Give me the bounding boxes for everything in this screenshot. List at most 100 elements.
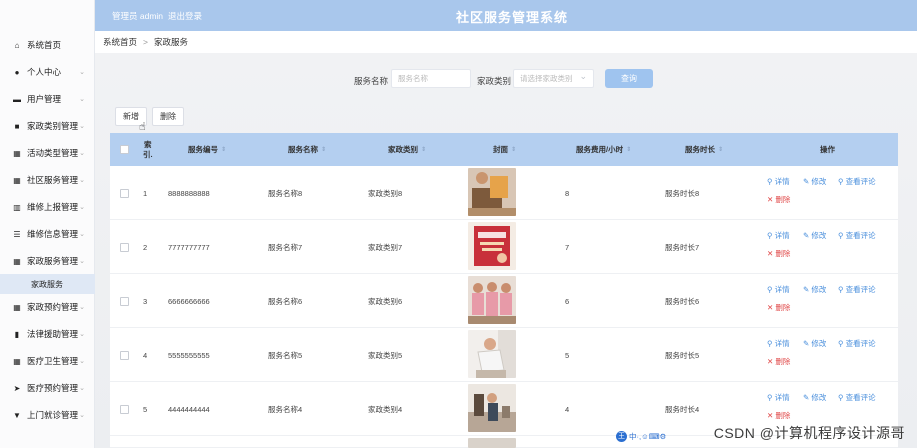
sort-icon: ⇕ — [321, 147, 327, 153]
review-button[interactable]: ⚲ 查看评论 — [838, 392, 876, 403]
cover-thumbnail — [468, 276, 516, 324]
sidebar-item-label: 社区服务管理 — [27, 175, 79, 185]
remove-button[interactable]: ✕ 删除 — [767, 410, 790, 421]
detail-button[interactable]: ⚲ 详情 — [767, 176, 790, 187]
cover-thumbnail — [468, 330, 516, 378]
chevron-down-icon: ⌄ — [79, 258, 85, 265]
row-checkbox[interactable] — [120, 166, 129, 220]
chevron-down-icon: ⌄ — [79, 385, 85, 392]
review-button[interactable]: ⚲ 查看评论 — [838, 230, 876, 241]
admin-label: 管理员 admin — [112, 11, 164, 21]
edit-button[interactable]: ✎ 修改 — [803, 338, 826, 349]
sidebar-item-activity-type[interactable]: ▦ 活动类型管理 ⌄ — [0, 140, 95, 166]
sidebar-item-home[interactable]: ⌂ 系统首页 — [0, 32, 95, 58]
detail-button[interactable]: ⚲ 详情 — [767, 230, 790, 241]
table-header: 索引. 服务编号 ⇕ 服务名称 ⇕ 家政类别 ⇕ 封面 ⇕ 服务费用/小时 ⇕ 服务时长 ⇕… — [110, 133, 898, 166]
sidebar-item-community-service[interactable]: ▦ 社区服务管理 ⌄ — [0, 167, 95, 193]
category-select[interactable]: 请选择家政类别 — [513, 68, 594, 88]
user-icon: ● — [14, 67, 20, 77]
grid-icon: ▦ — [13, 175, 21, 185]
grid-icon: ▦ — [13, 256, 21, 266]
remove-button[interactable]: ✕ 删除 — [767, 302, 790, 313]
chevron-down-icon: ⌄ — [79, 231, 85, 238]
logout-link[interactable]: 退出登录 — [168, 10, 202, 22]
row-fee: 6 — [565, 296, 570, 306]
ops-header: 操作 — [820, 145, 835, 154]
sidebar-item-label: 用户管理 — [27, 94, 62, 104]
sidebar-item-medical[interactable]: ▦ 医疗卫生管理 ⌄ — [0, 348, 95, 374]
sidebar-item-label: 上门就诊管理 — [27, 410, 79, 420]
sidebar-item-repair-info[interactable]: ☰ 维修信息管理 ⌄ — [0, 221, 95, 247]
search-icon: ⚲ — [767, 177, 775, 186]
remove-button[interactable]: ✕ 删除 — [767, 194, 790, 205]
grid-icon: ▦ — [13, 356, 21, 366]
sidebar-item-legal-aid[interactable]: ▮ 法律援助管理 ⌄ — [0, 321, 95, 347]
row-checkbox[interactable] — [120, 328, 129, 382]
review-button[interactable]: ⚲ 查看评论 — [838, 176, 876, 187]
row-index: 3 — [143, 296, 148, 306]
row-name: 服务名称4 — [268, 404, 303, 414]
edit-button[interactable]: ✎ 修改 — [803, 230, 826, 241]
sidebar-item-housekeeping-category[interactable]: ■ 家政类别管理 ⌄ — [0, 113, 95, 139]
sidebar-item-medical-booking[interactable]: ➤ 医疗预约管理 ⌄ — [0, 375, 95, 401]
sidebar-item-home-visit[interactable]: ▼ 上门就诊管理 ⌄ — [0, 402, 95, 428]
sort-icon: ⇕ — [421, 147, 427, 153]
sidebar: ⌂ 系统首页 ● 个人中心 ⌄ ▬ 用户管理 ⌄ ■ 家政类别管理 ⌄ ▦ 活动类型管理 ⌄ ▦ 社… — [0, 0, 95, 448]
sidebar-item-housekeeping-booking[interactable]: ▦ 家政预约管理 ⌄ — [0, 294, 95, 320]
doc-icon: ■ — [14, 121, 20, 131]
service-name-input[interactable]: 服务名称 — [391, 69, 471, 88]
name-header[interactable]: 服务名称 ⇕ — [288, 133, 326, 166]
top-bar: 管理员 admin 退出登录 社区服务管理系统 — [95, 0, 917, 31]
review-button[interactable]: ⚲ 查看评论 — [838, 284, 876, 295]
row-fee: 5 — [565, 350, 570, 360]
sidebar-item-label: 医疗卫生管理 — [27, 356, 79, 366]
type-header[interactable]: 家政类别 ⇕ — [388, 133, 426, 166]
edit-button[interactable]: ✎ 修改 — [803, 392, 826, 403]
table-row: 2 7777777777 服务名称7 家政类别7 7 服务时长7 ⚲ 详情 ✎ … — [110, 220, 898, 274]
duration-header[interactable]: 服务时长 ⇕ — [685, 133, 723, 166]
row-code: 4444444444 — [168, 404, 210, 414]
fee-header[interactable]: 服务费用/小时 ⇕ — [576, 133, 631, 166]
detail-button[interactable]: ⚲ 详情 — [767, 392, 790, 403]
detail-button[interactable]: ⚲ 详情 — [767, 284, 790, 295]
ime-toolbar[interactable]: 王 中·,☺⌨⚙ — [616, 430, 666, 442]
remove-button[interactable]: ✕ 删除 — [767, 356, 790, 367]
sort-icon: ⇕ — [718, 147, 724, 153]
row-type: 家政类别6 — [368, 296, 403, 306]
row-index: 2 — [143, 242, 148, 252]
sidebar-item-label: 活动类型管理 — [27, 148, 79, 158]
breadcrumb-home[interactable]: 系统首页 — [103, 36, 137, 48]
watermark: CSDN @计算机程序设计源哥 — [713, 425, 905, 441]
sidebar-subitem-housekeeping[interactable]: 家政服务 — [0, 274, 95, 294]
chevron-down-icon: ⌄ — [79, 96, 85, 103]
row-checkbox[interactable] — [120, 382, 129, 436]
row-checkbox[interactable] — [120, 274, 129, 328]
search-icon: ⚲ — [767, 231, 775, 240]
chart-icon: ▮ — [14, 329, 20, 339]
breadcrumb: 系统首页 > 家政服务 — [95, 31, 917, 53]
select-all-checkbox[interactable] — [120, 133, 129, 166]
remove-button[interactable]: ✕ 删除 — [767, 248, 790, 259]
sidebar-item-users[interactable]: ▬ 用户管理 ⌄ — [0, 86, 95, 112]
send-icon: ➤ — [13, 383, 21, 393]
query-button[interactable]: 查询 — [605, 69, 653, 88]
sidebar-item-repair-report[interactable]: ▥ 维修上报管理 ⌄ — [0, 194, 95, 220]
index-header: 索引. — [143, 139, 153, 159]
sidebar-item-label: 个人中心 — [27, 67, 62, 77]
row-duration: 服务时长4 — [665, 404, 700, 414]
sidebar-item-profile[interactable]: ● 个人中心 ⌄ — [0, 59, 95, 85]
sidebar-item-label: 家政服务管理 — [27, 256, 79, 266]
detail-button[interactable]: ⚲ 详情 — [767, 338, 790, 349]
edit-button[interactable]: ✎ 修改 — [803, 284, 826, 295]
cover-header[interactable]: 封面 ⇕ — [493, 133, 516, 166]
sort-icon: ⇕ — [626, 147, 632, 153]
delete-button[interactable]: 删除 — [152, 107, 184, 126]
row-checkbox[interactable] — [120, 220, 129, 274]
row-type: 家政类别7 — [368, 242, 403, 252]
code-header[interactable]: 服务编号 ⇕ — [188, 133, 226, 166]
review-button[interactable]: ⚲ 查看评论 — [838, 338, 876, 349]
edit-button[interactable]: ✎ 修改 — [803, 176, 826, 187]
sidebar-item-housekeeping-service[interactable]: ▦ 家政服务管理 ⌄ — [0, 248, 95, 274]
row-type: 家政类别5 — [368, 350, 403, 360]
chevron-down-icon: ⌄ — [79, 358, 85, 365]
